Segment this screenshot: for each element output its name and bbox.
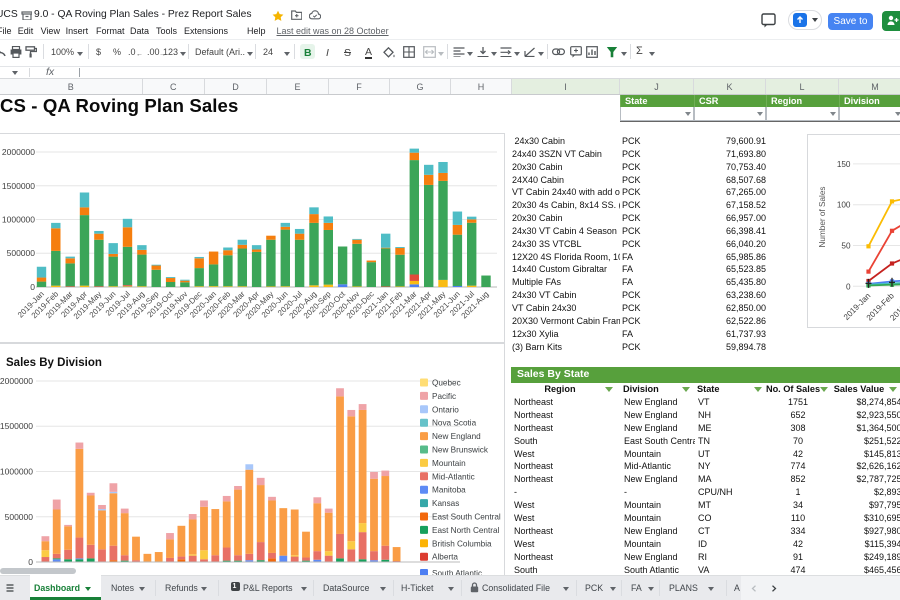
svg-text:Nova Scotia: Nova Scotia xyxy=(432,419,477,428)
svg-text:1500000: 1500000 xyxy=(2,181,35,191)
svg-text:Pacific: Pacific xyxy=(432,392,456,401)
svg-text:Mid-Atlantic: Mid-Atlantic xyxy=(432,472,475,481)
svg-text:1000000: 1000000 xyxy=(2,215,35,225)
svg-text:Alberta: Alberta xyxy=(432,553,458,562)
svg-text:2000000: 2000000 xyxy=(0,376,33,386)
svg-text:Quebec: Quebec xyxy=(432,379,461,388)
svg-text:0: 0 xyxy=(30,282,35,292)
svg-text:Number of Sales: Number of Sales xyxy=(818,187,827,248)
svg-text:500000: 500000 xyxy=(5,512,34,522)
svg-text:East North Central: East North Central xyxy=(432,526,500,535)
svg-text:Kansas: Kansas xyxy=(432,499,459,508)
svg-text:Manitoba: Manitoba xyxy=(432,486,466,495)
svg-text:100: 100 xyxy=(836,201,850,210)
svg-text:New England: New England xyxy=(432,432,481,441)
svg-text:500000: 500000 xyxy=(7,248,36,258)
svg-text:0: 0 xyxy=(845,282,850,291)
svg-text:British Columbia: British Columbia xyxy=(432,539,492,548)
svg-text:Mountain: Mountain xyxy=(432,459,466,468)
svg-text:50: 50 xyxy=(841,242,851,251)
svg-text:East South Central: East South Central xyxy=(432,513,501,522)
svg-text:Ontario: Ontario xyxy=(432,405,459,414)
svg-text:1500000: 1500000 xyxy=(0,421,33,431)
svg-text:1000000: 1000000 xyxy=(0,467,33,477)
svg-text:150: 150 xyxy=(836,160,850,169)
svg-text:0: 0 xyxy=(28,557,33,567)
svg-text:2000000: 2000000 xyxy=(2,147,35,157)
svg-text:New Brunswick: New Brunswick xyxy=(432,446,489,455)
